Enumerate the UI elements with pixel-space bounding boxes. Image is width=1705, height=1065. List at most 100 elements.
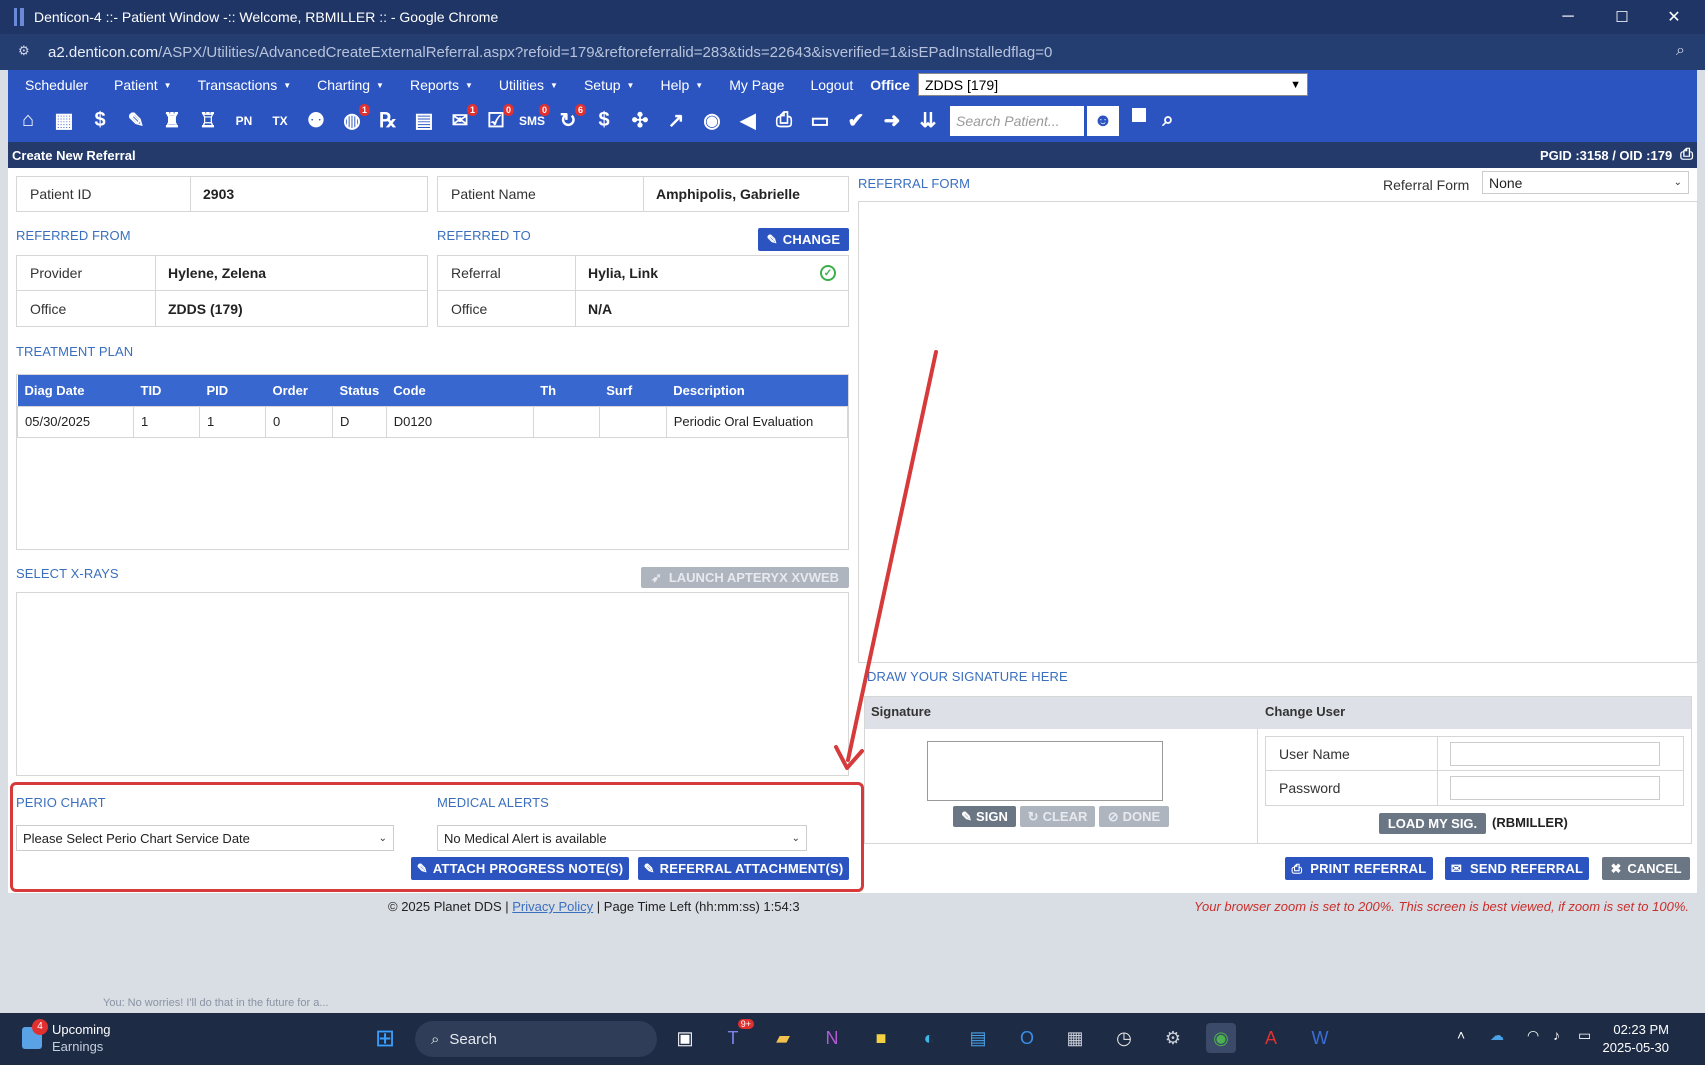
document-icon[interactable]: ▭ [804, 104, 836, 138]
wifi-icon[interactable]: ◠ [1527, 1027, 1539, 1044]
menu-logout[interactable]: Logout [793, 77, 862, 93]
cancel-button[interactable]: ✖ CANCEL [1602, 857, 1690, 880]
col-order[interactable]: Order [265, 375, 333, 406]
printer-icon[interactable]: ⎙ [768, 104, 800, 138]
clock-app-icon[interactable]: ◷ [1109, 1023, 1139, 1053]
col-surf[interactable]: Surf [599, 375, 667, 406]
weather-widget[interactable]: 4 Upcoming Earnings [22, 1019, 111, 1055]
col-status[interactable]: Status [332, 375, 387, 406]
chat-icon[interactable]: ▤ [408, 104, 440, 138]
col-tid[interactable]: TID [133, 375, 200, 406]
load-my-sig-button[interactable]: LOAD MY SIG. [1379, 813, 1486, 834]
show-hidden-icons[interactable]: ˄ [1457, 1027, 1465, 1043]
megaphone-icon[interactable]: ◀ [732, 104, 764, 138]
word-icon[interactable]: W [1305, 1023, 1335, 1053]
onedrive-icon[interactable]: ☁ [1490, 1027, 1504, 1044]
menu-help[interactable]: Help ▼ [643, 77, 712, 93]
arrow-right-icon[interactable]: ➜ [876, 104, 908, 138]
done-signature-button[interactable]: ⊘ DONE [1099, 806, 1169, 827]
office-select[interactable]: ZDDS [179] ▼ [917, 73, 1308, 96]
advanced-search-icon[interactable]: ⌕ [1152, 104, 1184, 138]
perio-icon[interactable]: ♖ [192, 104, 224, 138]
menu-charting[interactable]: Charting ▼ [300, 77, 393, 93]
menu-transactions[interactable]: Transactions ▼ [181, 77, 301, 93]
rx-icon[interactable]: ℞ [372, 104, 404, 138]
teams-icon[interactable]: T 9+ [718, 1019, 754, 1053]
print-referral-button[interactable]: ⎙ PRINT REFERRAL [1285, 857, 1433, 880]
acrobat-icon[interactable]: A [1256, 1023, 1286, 1053]
tooth-chart-icon[interactable]: ♜ [156, 104, 188, 138]
battery-icon[interactable]: ▭ [1578, 1027, 1591, 1044]
menu-setup[interactable]: Setup ▼ [567, 77, 644, 93]
sms-icon[interactable]: SMS 0 [516, 103, 550, 138]
insurance-icon[interactable]: $ [588, 104, 620, 138]
attach-progress-note-button[interactable]: ✎ ATTACH PROGRESS NOTE(S) [411, 857, 629, 880]
volume-icon[interactable]: ♪ [1553, 1027, 1560, 1043]
referral-attachments-button[interactable]: ✎ REFERRAL ATTACHMENT(S) [638, 857, 849, 880]
user-circle-icon[interactable]: ◉ [696, 104, 728, 138]
launch-apteryx-button[interactable]: ➶ LAUNCH APTERYX XVWEB [641, 567, 849, 588]
signature-pad[interactable] [927, 741, 1163, 801]
search-patient-input[interactable]: Search Patient... [950, 105, 1084, 136]
chart-line-icon[interactable]: ↗ [660, 104, 692, 138]
outlook-icon[interactable]: O [1012, 1023, 1042, 1053]
menu-scheduler[interactable]: Scheduler [8, 77, 97, 93]
zoom-icon[interactable]: ⌕ [1676, 42, 1685, 60]
tx-icon[interactable]: TX [264, 104, 296, 138]
menu-reports[interactable]: Reports ▼ [393, 77, 482, 93]
file-explorer-icon[interactable]: ▰ [768, 1023, 798, 1053]
network-icon[interactable]: ✣ [624, 104, 656, 138]
perio-chart-select[interactable]: Please Select Perio Chart Service Date ⌄ [16, 825, 394, 851]
task-view-icon[interactable]: ▣ [670, 1023, 700, 1053]
globe-user-icon[interactable]: ◍ 1 [336, 103, 370, 138]
menu-my-page[interactable]: My Page [712, 77, 793, 93]
home-icon[interactable]: ⌂ [12, 104, 44, 138]
calculator-icon[interactable]: ▦ [1060, 1023, 1090, 1053]
add-patient-icon[interactable]: ⚉ [300, 104, 332, 138]
maximize-button[interactable]: ☐ [1597, 0, 1647, 34]
menu-patient[interactable]: Patient ▼ [97, 77, 181, 93]
password-input[interactable] [1450, 776, 1660, 800]
referral-form-select[interactable]: None ⌄ [1482, 171, 1689, 194]
col-pid[interactable]: PID [199, 375, 266, 406]
site-info-icon[interactable]: ⚙ [18, 43, 36, 61]
search-patient-button[interactable]: ☻ [1086, 104, 1120, 137]
medical-alerts-select[interactable]: No Medical Alert is available ⌄ [437, 825, 807, 851]
minimize-button[interactable]: ─ [1543, 0, 1593, 34]
xrays-panel[interactable] [16, 592, 849, 776]
task-icon[interactable]: ☑ 0 [480, 103, 514, 138]
username-input[interactable] [1450, 741, 1660, 766]
dollar-icon[interactable]: $ [84, 104, 116, 138]
col-diag-date[interactable]: Diag Date [17, 375, 134, 406]
close-window-button[interactable]: ✕ [1649, 0, 1699, 34]
col-description[interactable]: Description [666, 375, 848, 406]
privacy-policy-link[interactable]: Privacy Policy [512, 899, 593, 914]
send-referral-button[interactable]: ✉ SEND REFERRAL [1445, 857, 1589, 880]
edit-notes-icon[interactable]: ✎ [120, 104, 152, 138]
address-bar[interactable]: ⚙ a2.denticon.com/ASPX/Utilities/Advance… [0, 34, 1705, 70]
recall-icon[interactable]: ↻ 6 [552, 103, 586, 138]
start-button[interactable]: ⊞ [370, 1023, 400, 1053]
sticky-notes-icon[interactable]: ■ [866, 1023, 896, 1053]
double-chevron-icon[interactable]: ⇊ [912, 104, 944, 138]
sign-button[interactable]: ✎ SIGN [953, 806, 1016, 827]
col-code[interactable]: Code [386, 375, 534, 406]
onenote-icon[interactable]: N [817, 1023, 847, 1053]
print-page-icon[interactable]: ⎙ [1680, 146, 1693, 164]
col-th[interactable]: Th [533, 375, 600, 406]
search-option-checkbox[interactable] [1132, 107, 1146, 122]
store-icon[interactable]: ▤ [963, 1023, 993, 1053]
shield-check-icon[interactable]: ✔ [840, 104, 872, 138]
taskbar-search[interactable]: ⌕ Search [415, 1021, 657, 1057]
clear-signature-button[interactable]: ↻ CLEAR [1020, 806, 1095, 827]
change-referral-button[interactable]: ✎ CHANGE [758, 228, 849, 251]
table-row[interactable]: 05/30/2025 1 1 0 D D0120 Periodic Oral E… [17, 405, 849, 438]
calendar-icon[interactable]: ▦ [48, 104, 80, 138]
message-icon[interactable]: ✉ 1 [444, 103, 478, 138]
taskbar-clock[interactable]: 02:23 PM 2025-05-30 [1603, 1021, 1670, 1057]
menu-utilities[interactable]: Utilities ▼ [482, 77, 567, 93]
pn-icon[interactable]: PN [228, 104, 260, 138]
chrome-icon[interactable]: ◉ [1206, 1023, 1236, 1053]
url-text[interactable]: a2.denticon.com/ASPX/Utilities/AdvancedC… [48, 44, 1052, 61]
referral-form-panel[interactable] [858, 201, 1698, 663]
